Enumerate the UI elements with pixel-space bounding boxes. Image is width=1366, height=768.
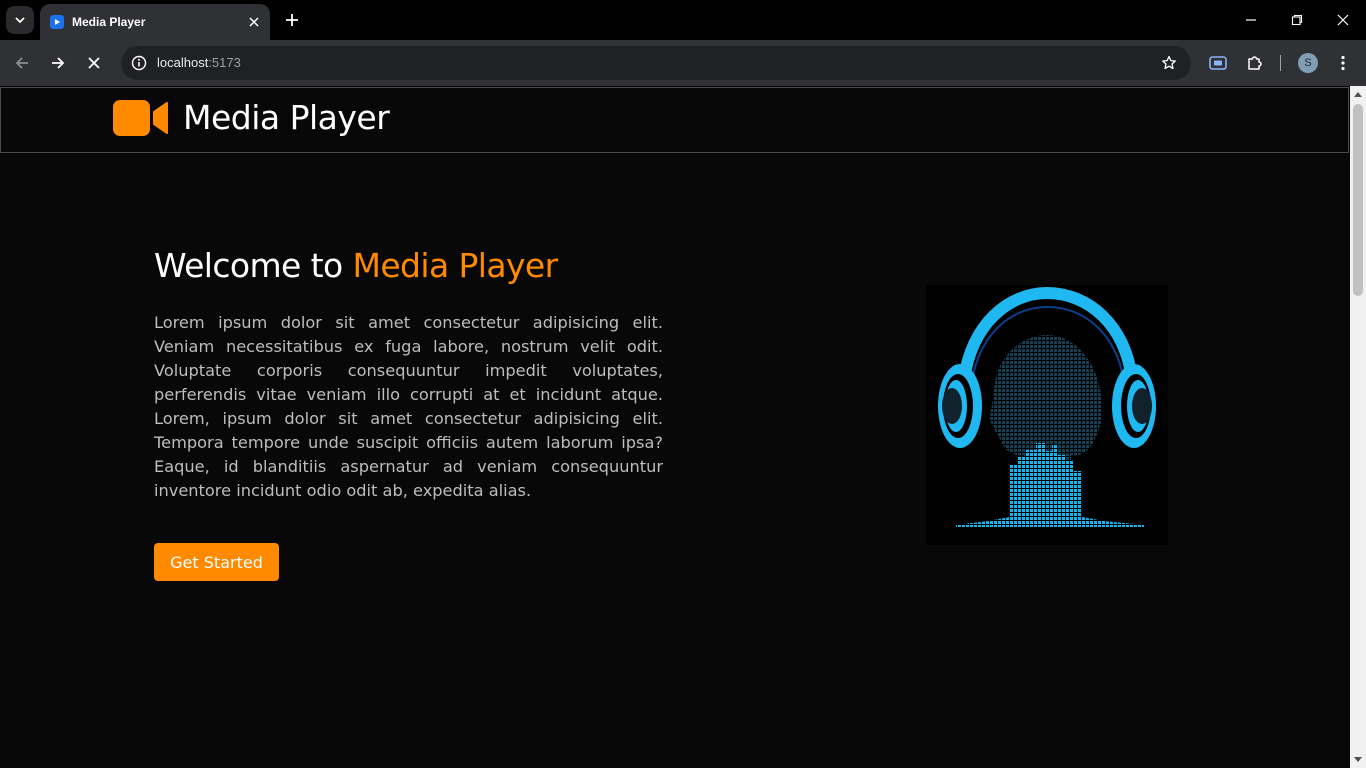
- close-window-button[interactable]: [1331, 8, 1355, 32]
- browser-tab[interactable]: Media Player: [40, 4, 270, 40]
- hero-title-prefix: Welcome to: [154, 246, 353, 285]
- stop-loading-button[interactable]: [82, 51, 106, 75]
- address-bar[interactable]: localhost:5173: [121, 46, 1191, 80]
- url-text: localhost:5173: [157, 55, 241, 70]
- browser-tab-strip: Media Player: [0, 0, 1366, 40]
- scroll-up-arrow-icon[interactable]: [1350, 86, 1366, 102]
- headphones-illustration: [926, 285, 1168, 545]
- site-header: Media Player: [0, 87, 1349, 153]
- close-tab-icon[interactable]: [246, 14, 262, 30]
- hero-description: Lorem ipsum dolor sit amet consectetur a…: [154, 313, 663, 500]
- more-vert-icon: [1341, 55, 1345, 71]
- scroll-down-arrow-icon[interactable]: [1350, 752, 1366, 768]
- restore-icon: [1291, 14, 1303, 26]
- headphones-silhouette-icon: [938, 286, 1156, 527]
- back-button[interactable]: [10, 51, 34, 75]
- profile-avatar[interactable]: S: [1298, 53, 1318, 73]
- new-tab-button[interactable]: [282, 10, 302, 30]
- minimize-button[interactable]: [1239, 8, 1263, 32]
- puzzle-icon: [1248, 56, 1262, 70]
- screencast-icon: [1209, 56, 1227, 70]
- tab-search-button[interactable]: [6, 6, 34, 34]
- forward-button[interactable]: [46, 51, 70, 75]
- page-viewport: Media Player Welcome to Media Player Lor…: [0, 86, 1350, 768]
- url-port: :5173: [208, 55, 241, 70]
- browser-toolbar: localhost:5173 S: [0, 40, 1366, 86]
- screencast-button[interactable]: [1206, 51, 1230, 75]
- restore-button[interactable]: [1285, 8, 1309, 32]
- forward-arrow-icon: [52, 57, 65, 69]
- scrollbar-thumb[interactable]: [1353, 104, 1363, 296]
- minimize-icon: [1246, 19, 1256, 21]
- tab-title: Media Player: [72, 15, 146, 29]
- brand-logo-link[interactable]: Media Player: [113, 98, 390, 137]
- chevron-down-icon: [15, 17, 25, 24]
- plus-icon: [286, 14, 298, 26]
- video-camera-icon: [113, 99, 168, 136]
- back-arrow-icon: [15, 57, 28, 69]
- page-scrollbar[interactable]: [1350, 86, 1366, 768]
- get-started-button[interactable]: Get Started: [154, 543, 279, 581]
- close-icon: [1337, 14, 1349, 26]
- media-favicon-icon: [50, 15, 64, 29]
- stop-icon: [88, 57, 100, 69]
- hero-title: Welcome to Media Player: [154, 246, 558, 285]
- brand-name: Media Player: [183, 98, 390, 137]
- toolbar-divider: [1280, 55, 1281, 71]
- url-host: localhost: [157, 55, 209, 70]
- browser-menu-button[interactable]: [1331, 51, 1355, 75]
- bookmark-star-icon[interactable]: [1159, 53, 1179, 73]
- extensions-button[interactable]: [1243, 51, 1267, 75]
- hero-title-accent: Media Player: [352, 246, 558, 285]
- site-info-icon[interactable]: [129, 53, 149, 73]
